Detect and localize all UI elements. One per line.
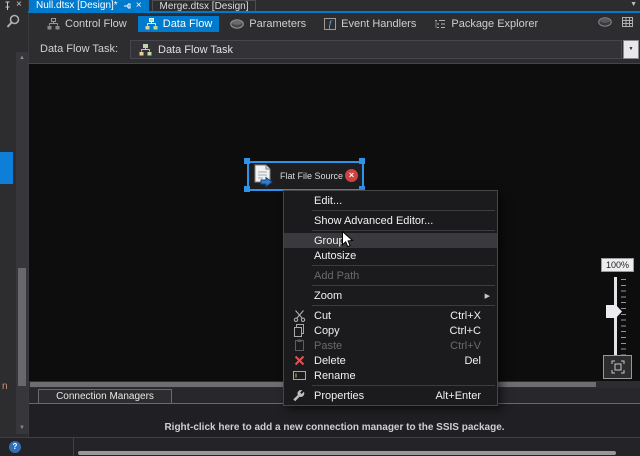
tab-label: Event Handlers [341, 18, 416, 30]
menu-separator [312, 210, 495, 211]
control-flow-icon [47, 18, 60, 30]
close-icon[interactable]: × [16, 0, 22, 10]
tab-close-icon[interactable]: × [136, 1, 142, 11]
combo-dropdown-button[interactable]: ▼ [623, 40, 639, 59]
connection-managers-hint: Right-click here to add a new connection… [164, 422, 504, 433]
tab-label: Package Explorer [451, 18, 538, 30]
menu-separator [312, 305, 495, 306]
task-selector-label: Data Flow Task: [40, 43, 118, 55]
wrench-icon [292, 389, 306, 402]
selection-handle[interactable] [359, 158, 365, 164]
scroll-down-icon[interactable]: ▼ [16, 424, 28, 432]
variables-grid-icon[interactable] [621, 16, 634, 28]
task-selector-value: Data Flow Task [158, 44, 233, 56]
bottom-divider [73, 438, 74, 456]
parameters-icon [230, 19, 244, 29]
zoom-level-button[interactable]: 100% [601, 258, 634, 272]
menu-item-add-path: Add Path [284, 268, 497, 283]
data-flow-icon [145, 18, 158, 30]
menu-item-properties[interactable]: Properties Alt+Enter [284, 388, 497, 403]
flat-file-source-icon [252, 164, 276, 188]
ssis-designer-window: × n ▲ ▼ Null.dtsx [Design]* × Merge.dtsx… [0, 0, 640, 456]
menu-item-edit[interactable]: Edit... [284, 193, 497, 208]
task-selector-row: Data Flow Task: Data Flow Task ▼ [29, 35, 640, 63]
package-explorer-icon [434, 18, 446, 30]
scissors-icon [292, 309, 306, 322]
tab-label: Data Flow [163, 18, 213, 30]
delete-x-icon [292, 354, 306, 367]
search-icon[interactable] [6, 14, 21, 29]
pin-icon[interactable] [3, 1, 12, 11]
menu-item-group[interactable]: Group [284, 233, 497, 248]
tab-label: Control Flow [65, 18, 127, 30]
tab-event-handlers[interactable]: f Event Handlers [317, 16, 423, 32]
error-badge-icon: × [345, 169, 358, 182]
tab-merge-dtsx[interactable]: Merge.dtsx [Design] [152, 0, 257, 11]
menu-separator [312, 230, 495, 231]
tab-null-dtsx[interactable]: Null.dtsx [Design]* × [29, 0, 149, 11]
connection-managers-tab[interactable]: Connection Managers [38, 389, 172, 404]
zoom-fit-button[interactable] [603, 355, 632, 379]
connection-managers-pane[interactable]: Right-click here to add a new connection… [29, 404, 640, 437]
zoom-slider-ticks [621, 279, 626, 355]
menu-separator [312, 285, 495, 286]
event-handlers-icon: f [324, 18, 336, 30]
selection-handle[interactable] [244, 186, 250, 192]
menu-item-show-advanced-editor[interactable]: Show Advanced Editor... [284, 213, 497, 228]
toolbox-vertical-scrollbar[interactable]: ▲ ▼ [16, 52, 28, 434]
flat-file-source-component[interactable]: Flat File Source × [247, 161, 364, 191]
rename-icon [292, 369, 306, 382]
tab-overflow-icon[interactable]: ▼ [630, 1, 637, 8]
menu-item-cut[interactable]: Cut Ctrl+X [284, 308, 497, 323]
menu-item-zoom[interactable]: Zoom ▶ [284, 288, 497, 303]
designer-toolbar: Control Flow Data Flow Parameters f Even… [29, 13, 640, 35]
tab-label: Parameters [249, 18, 306, 30]
component-label: Flat File Source [280, 171, 343, 181]
svg-text:f: f [329, 19, 333, 29]
tab-label: Null.dtsx [Design]* [36, 0, 118, 11]
tab-label: Merge.dtsx [Design] [160, 1, 249, 12]
submenu-arrow-icon: ▶ [485, 292, 490, 300]
context-menu: Edit... Show Advanced Editor... Group Au… [283, 190, 498, 406]
menu-item-copy[interactable]: Copy Ctrl+C [284, 323, 497, 338]
menu-item-delete[interactable]: Delete Del [284, 353, 497, 368]
toolbox-clipped-text: n [2, 381, 8, 392]
fit-to-window-icon [611, 360, 625, 374]
bottom-strip: ? [0, 438, 640, 456]
tab-package-explorer[interactable]: Package Explorer [427, 16, 545, 32]
tab-parameters[interactable]: Parameters [223, 16, 313, 32]
menu-item-autosize[interactable]: Autosize [284, 248, 497, 263]
mouse-cursor [341, 230, 354, 249]
toolbox-selected-item[interactable] [0, 152, 13, 184]
tab-control-flow[interactable]: Control Flow [40, 16, 134, 32]
menu-item-paste: Paste Ctrl+V [284, 338, 497, 353]
task-selector-combo[interactable]: Data Flow Task [130, 40, 622, 59]
data-flow-task-icon [139, 44, 152, 56]
parameters-window-icon[interactable] [598, 17, 612, 27]
menu-separator [312, 265, 495, 266]
document-tab-bar: Null.dtsx [Design]* × Merge.dtsx [Design… [29, 0, 640, 11]
scrollbar-thumb[interactable] [18, 268, 26, 386]
toolbox-strip: × n ▲ ▼ [0, 0, 28, 438]
help-icon[interactable]: ? [9, 441, 21, 453]
tab-data-flow[interactable]: Data Flow [138, 16, 220, 32]
selection-handle[interactable] [244, 158, 250, 164]
menu-separator [312, 385, 495, 386]
menu-item-rename[interactable]: Rename [284, 368, 497, 383]
tab-pin-icon[interactable] [123, 2, 131, 10]
bottom-scrollbar-thumb[interactable] [78, 451, 616, 455]
copy-icon [292, 324, 306, 337]
scroll-up-icon[interactable]: ▲ [16, 54, 28, 62]
paste-icon [292, 339, 306, 352]
